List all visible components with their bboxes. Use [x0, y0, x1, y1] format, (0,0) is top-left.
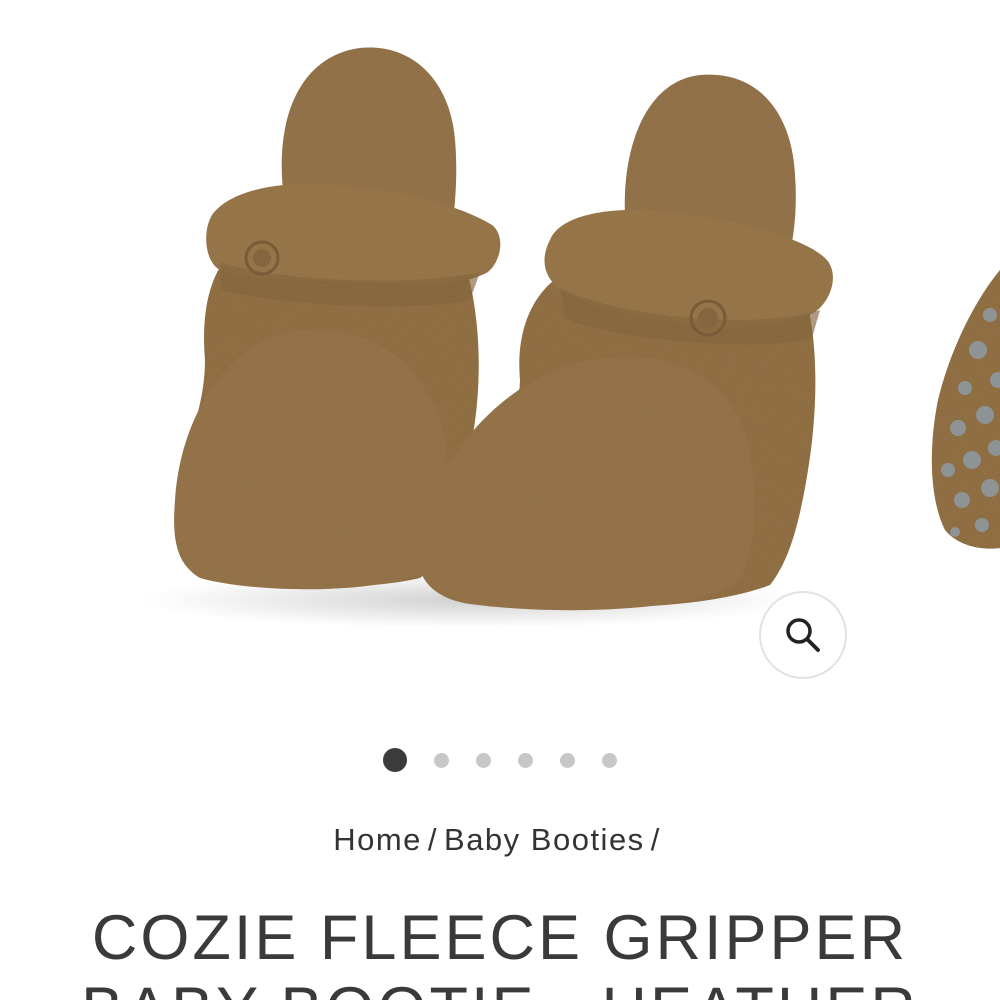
- product-image-gallery[interactable]: [0, 0, 1000, 730]
- gallery-dot-3[interactable]: [476, 752, 491, 768]
- gallery-dot-2[interactable]: [434, 752, 449, 768]
- breadcrumb: Home / Baby Booties /: [0, 822, 1000, 858]
- gallery-dot-1[interactable]: [383, 748, 407, 772]
- product-page: Home / Baby Booties / COZIE FLEECE GRIPPER …: [0, 0, 1000, 1000]
- product-image[interactable]: [0, 0, 1000, 730]
- breadcrumb-separator: /: [427, 822, 439, 857]
- product-title: COZIE FLEECE GRIPPER BABY BOOTIE - HEATH…: [81, 903, 916, 1000]
- breadcrumb-home-link[interactable]: Home: [333, 822, 422, 857]
- breadcrumb-category-link[interactable]: Baby Booties: [444, 822, 645, 857]
- gallery-dot-4[interactable]: [518, 752, 533, 768]
- right-bootie: [417, 74, 833, 611]
- zoom-button[interactable]: [759, 591, 847, 679]
- breadcrumb-separator: /: [650, 822, 661, 857]
- gallery-pagination: [0, 745, 1000, 775]
- search-icon: [786, 618, 820, 652]
- gallery-dot-5[interactable]: [560, 752, 575, 768]
- next-image-peek: [931, 270, 1000, 549]
- gallery-dot-6[interactable]: [602, 752, 617, 768]
